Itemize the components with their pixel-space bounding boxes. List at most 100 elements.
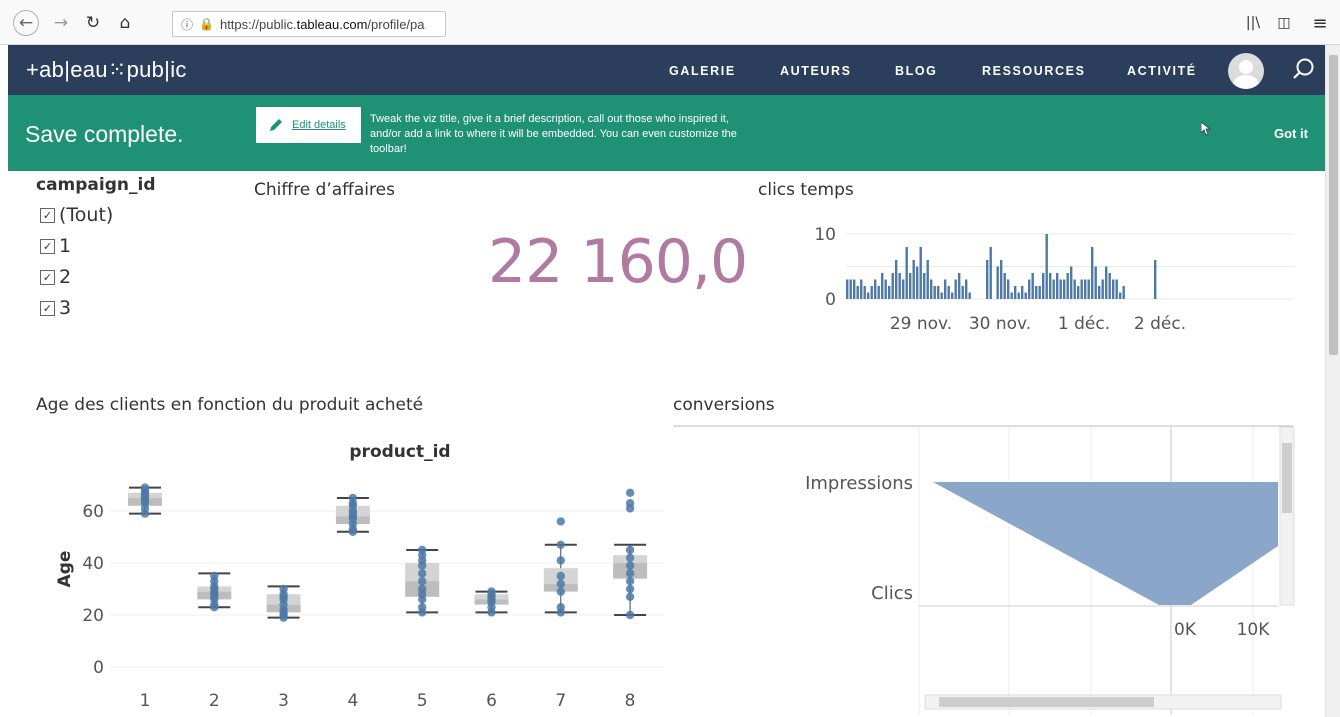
edit-details-button[interactable]: Edit details — [256, 107, 361, 143]
checkbox-icon[interactable]: ✓ — [40, 238, 55, 254]
data-point — [140, 483, 150, 492]
nav-blog[interactable]: BLOG — [895, 64, 938, 78]
bar — [1003, 273, 1006, 299]
age-box-chart: 60 40 20 0 Age product_id 1 2 3 4 5 6 7 8 — [55, 442, 664, 711]
url-prefix: https://public. — [219, 16, 297, 32]
bar — [919, 247, 922, 299]
bar — [881, 273, 884, 299]
bar — [1017, 292, 1020, 299]
bar — [912, 260, 915, 299]
got-it-button[interactable]: Got it — [1274, 126, 1308, 141]
data-point — [625, 488, 635, 497]
filter-item-3[interactable]: ✓ 3 — [40, 297, 71, 319]
bar — [909, 273, 912, 299]
checkbox-icon[interactable]: ✓ — [40, 207, 55, 223]
filter-item-label: 1 — [59, 235, 72, 257]
nav-ressources[interactable]: RESSOURCES — [982, 64, 1086, 78]
x-tick-label: 8 — [625, 691, 636, 711]
filter-item-2[interactable]: ✓ 2 — [40, 266, 71, 288]
bar — [1042, 273, 1045, 299]
sidebar-icon[interactable]: ◫ — [1271, 10, 1297, 36]
filter-item-all[interactable]: ✓ (Tout) — [40, 204, 113, 226]
filter-item-label: 3 — [59, 297, 72, 319]
edit-details-label: Edit details — [292, 119, 346, 131]
y-axis-label: Age — [55, 551, 75, 588]
forward-arrow-icon[interactable]: → — [48, 10, 74, 36]
y-tick-label: 0 — [825, 290, 836, 310]
bar — [996, 266, 999, 299]
x-tick-label: 0K — [1174, 620, 1197, 640]
data-point — [418, 569, 427, 578]
x-tick-label: 3 — [278, 691, 289, 711]
bar — [884, 279, 887, 299]
bar — [891, 273, 894, 299]
data-point — [556, 556, 565, 565]
bar — [1073, 279, 1076, 299]
filter-item-1[interactable]: ✓ 1 — [40, 235, 71, 257]
bar — [853, 279, 856, 299]
home-icon[interactable]: ⌂ — [112, 10, 138, 36]
category-label: Impressions — [805, 473, 913, 494]
tableau-public-logo[interactable]: +ab|eau⁙pub|ic — [26, 57, 187, 83]
data-point — [556, 603, 565, 612]
bar — [1066, 273, 1069, 299]
data-point — [556, 579, 565, 588]
page-scrollbar[interactable] — [1325, 45, 1340, 717]
bar — [933, 286, 936, 299]
bar — [1084, 279, 1087, 299]
h-scrollbar-thumb — [939, 697, 1154, 707]
kpi-title: Chiffre d’affaires — [254, 180, 395, 200]
bar — [961, 286, 964, 299]
bar — [902, 279, 905, 299]
reload-icon[interactable]: ↻ — [80, 10, 106, 36]
bar — [1056, 273, 1059, 299]
url-domain: tableau.com — [296, 16, 368, 32]
data-point — [625, 561, 635, 570]
bar — [1087, 279, 1090, 299]
library-icon[interactable]: ||\ — [1240, 10, 1266, 36]
search-icon[interactable] — [1292, 57, 1316, 81]
back-arrow-icon[interactable]: ← — [13, 10, 39, 36]
clics-temps-title: clics temps — [758, 180, 854, 200]
pencil-icon — [270, 119, 282, 131]
menu-icon[interactable]: ≡ — [1307, 10, 1333, 36]
data-point — [210, 571, 219, 581]
bar — [1098, 286, 1101, 299]
data-point — [487, 587, 496, 596]
bar — [1077, 286, 1080, 299]
v-scrollbar-thumb — [1282, 443, 1292, 513]
bar — [1031, 273, 1034, 299]
bar — [1115, 279, 1118, 299]
checkbox-icon[interactable]: ✓ — [40, 269, 55, 285]
info-icon[interactable]: ⓘ — [181, 16, 193, 33]
bar — [874, 279, 877, 299]
nav-galerie[interactable]: GALERIE — [669, 64, 736, 78]
nav-auteurs[interactable]: AUTEURS — [780, 64, 852, 78]
bar — [856, 286, 859, 299]
bar — [888, 286, 891, 299]
bar — [1052, 279, 1055, 299]
nav-activite[interactable]: ACTIVITÉ — [1127, 64, 1197, 78]
column-header: product_id — [349, 442, 450, 462]
bar — [923, 273, 926, 299]
data-point — [625, 577, 635, 586]
bar — [1038, 286, 1041, 299]
checkbox-icon[interactable]: ✓ — [40, 300, 55, 316]
mouse-cursor-icon — [1201, 122, 1211, 136]
data-point — [418, 577, 427, 586]
filter-item-label: 2 — [59, 266, 72, 288]
bar — [1094, 266, 1097, 299]
x-tick-label: 29 nov. — [890, 314, 952, 334]
bar — [937, 286, 940, 299]
bar — [1059, 279, 1062, 299]
data-point — [625, 592, 635, 601]
x-tick-label: 6 — [486, 691, 497, 711]
bar — [926, 260, 929, 299]
bar — [1108, 273, 1111, 299]
bar — [1007, 279, 1010, 299]
bar — [846, 279, 849, 299]
bar — [1045, 234, 1048, 299]
url-bar[interactable]: ⓘ 🔒 https://public. tableau.com/profile/p… — [172, 11, 446, 37]
data-point — [418, 603, 427, 612]
avatar[interactable] — [1228, 53, 1264, 89]
